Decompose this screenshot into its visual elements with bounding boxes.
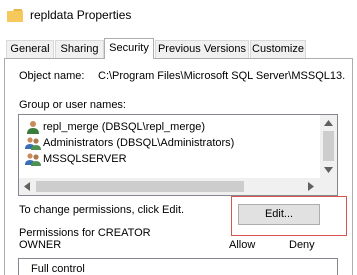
tab-strip: General Sharing Security Previous Versio… xyxy=(0,38,357,59)
horizontal-scroll-thumb[interactable] xyxy=(36,181,244,192)
tab-security[interactable]: Security xyxy=(104,38,154,59)
window-title: repldata Properties xyxy=(30,8,132,22)
user-icon xyxy=(27,121,39,134)
vertical-scroll-thumb[interactable] xyxy=(323,131,334,161)
group-icon xyxy=(25,153,41,166)
group-user-list[interactable]: repl_merge (DBSQL\repl_merge) Administra… xyxy=(18,114,338,196)
vertical-scrollbar[interactable] xyxy=(320,115,337,179)
object-name-value: C:\Program Files\Microsoft SQL Server\MS… xyxy=(98,70,346,82)
object-name-label: Object name: xyxy=(19,70,85,82)
tab-customize[interactable]: Customize xyxy=(250,40,306,58)
permissions-title-line2: OWNER xyxy=(19,239,62,251)
change-permissions-text: To change permissions, click Edit. xyxy=(19,204,185,216)
group-icon xyxy=(25,137,41,150)
permissions-title-line1: Permissions for CREATOR xyxy=(19,227,151,239)
list-item-label: MSSQLSERVER xyxy=(43,153,127,165)
deny-column-header: Deny xyxy=(289,239,315,251)
allow-column-header: Allow xyxy=(229,239,256,251)
list-item-label: repl_merge (DBSQL\repl_merge) xyxy=(43,121,206,133)
tab-previous-versions[interactable]: Previous Versions xyxy=(155,40,249,58)
permissions-list[interactable]: Full control xyxy=(18,258,338,275)
tab-general[interactable]: General xyxy=(6,40,54,58)
list-item-label: Administrators (DBSQL\Administrators) xyxy=(43,137,235,149)
scroll-down-icon[interactable] xyxy=(324,167,333,173)
permission-row-label: Full control xyxy=(31,263,85,275)
title-bar: repldata Properties xyxy=(0,0,357,32)
scroll-up-icon[interactable] xyxy=(324,120,333,126)
edit-button[interactable]: Edit... xyxy=(238,204,320,225)
scrollbar-corner xyxy=(320,178,337,195)
scroll-left-icon[interactable] xyxy=(24,182,30,191)
scroll-right-icon[interactable] xyxy=(308,182,314,191)
tab-sharing[interactable]: Sharing xyxy=(55,40,104,58)
folder-icon xyxy=(7,9,23,22)
horizontal-scrollbar[interactable] xyxy=(19,178,337,195)
group-names-label: Group or user names: xyxy=(19,99,126,111)
